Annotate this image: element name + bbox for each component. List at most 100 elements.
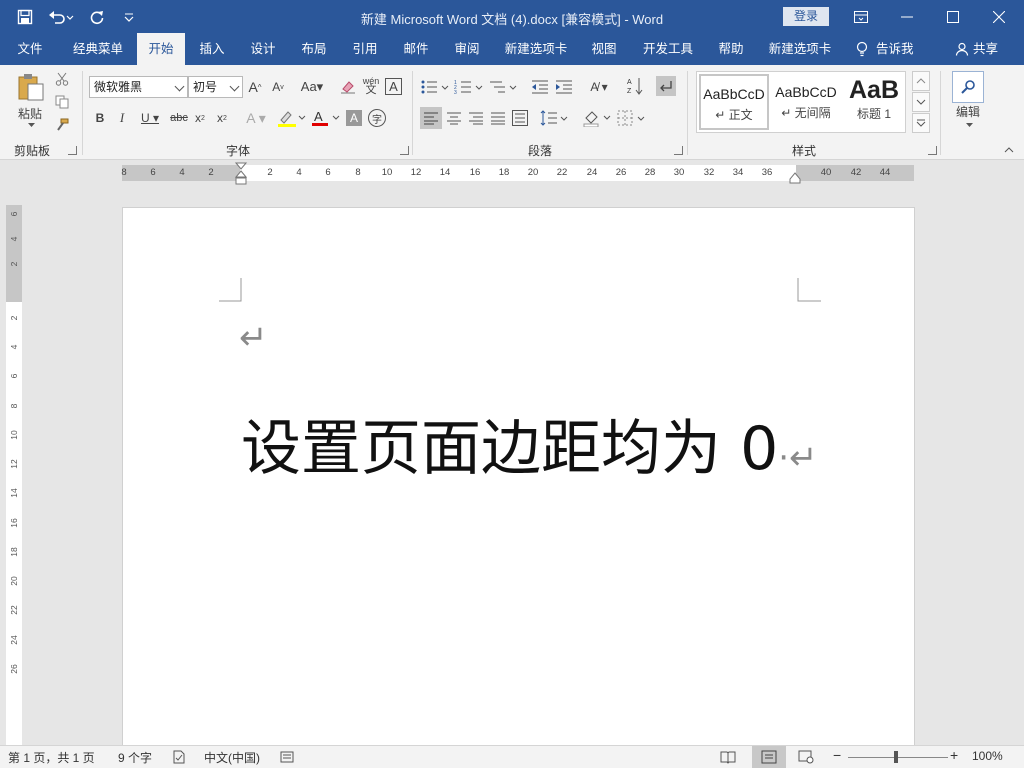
justify-icon[interactable] bbox=[488, 107, 508, 129]
ribbon-display-options-icon[interactable] bbox=[838, 0, 884, 33]
chinese-layout-icon[interactable]: A̸ ▾ bbox=[585, 77, 613, 97]
tab-layout[interactable]: 布局 bbox=[290, 33, 338, 65]
zoom-out-button[interactable]: − bbox=[833, 747, 841, 763]
tab-developer[interactable]: 开发工具 bbox=[635, 33, 701, 65]
share-button[interactable]: 共享 bbox=[955, 33, 998, 65]
copy-icon[interactable] bbox=[54, 94, 70, 110]
tab-references[interactable]: 引用 bbox=[341, 33, 389, 65]
clear-formatting-icon[interactable] bbox=[339, 78, 357, 96]
character-shading-icon[interactable]: A bbox=[346, 110, 362, 126]
svg-text:3: 3 bbox=[454, 90, 457, 95]
align-left-icon[interactable] bbox=[420, 107, 442, 129]
superscript-icon[interactable]: x2 bbox=[214, 109, 230, 127]
tab-new-tab-2[interactable]: 新建选项卡 bbox=[762, 33, 838, 65]
text-effects-icon[interactable]: A ▾ bbox=[244, 109, 268, 127]
enclose-characters-icon[interactable]: 字 bbox=[368, 109, 386, 127]
strikethrough-icon[interactable]: abc bbox=[168, 109, 190, 127]
tab-insert[interactable]: 插入 bbox=[188, 33, 236, 65]
format-painter-icon[interactable] bbox=[54, 117, 70, 133]
decrease-indent-icon[interactable] bbox=[530, 77, 550, 97]
shading-icon[interactable] bbox=[582, 107, 612, 129]
editing-dropdown-icon[interactable] bbox=[964, 121, 974, 129]
vertical-ruler[interactable]: 6 4 2 2 4 6 8 10 12 14 16 18 20 22 24 26 bbox=[6, 205, 22, 745]
tab-help[interactable]: 帮助 bbox=[707, 33, 755, 65]
ruler-tick-label: 32 bbox=[703, 167, 715, 178]
cut-icon[interactable] bbox=[54, 71, 70, 87]
document-text[interactable]: 设置页面边距均为 0·↵ bbox=[241, 400, 818, 487]
line-spacing-icon[interactable] bbox=[540, 107, 568, 129]
align-right-icon[interactable] bbox=[466, 107, 486, 129]
tab-new-tab-1[interactable]: 新建选项卡 bbox=[498, 33, 574, 65]
font-launcher-icon[interactable] bbox=[400, 146, 409, 155]
word-count[interactable]: 9 个字 bbox=[118, 749, 152, 766]
collapse-ribbon-icon[interactable] bbox=[1002, 145, 1016, 155]
style-normal[interactable]: AaBbCcD ↵ 正文 bbox=[699, 74, 769, 130]
style-name: ↵ 正文 bbox=[715, 108, 753, 122]
separator bbox=[687, 71, 688, 155]
multilevel-list-icon[interactable] bbox=[488, 77, 518, 97]
distributed-icon[interactable] bbox=[510, 107, 530, 129]
styles-more-icon[interactable] bbox=[912, 113, 930, 133]
tab-design[interactable]: 设计 bbox=[239, 33, 287, 65]
ruler-tick-label: 6 bbox=[9, 373, 19, 379]
tab-classic-menu[interactable]: 经典菜单 bbox=[62, 33, 134, 65]
language[interactable]: 中文(中国) bbox=[204, 749, 260, 766]
font-color-icon[interactable]: A bbox=[310, 108, 340, 128]
shrink-font-icon[interactable]: Av bbox=[270, 78, 286, 96]
tab-review[interactable]: 审阅 bbox=[443, 33, 491, 65]
clipboard-launcher-icon[interactable] bbox=[68, 146, 77, 155]
document-page[interactable]: ↵ 设置页面边距均为 0·↵ bbox=[122, 207, 915, 747]
style-heading-1[interactable]: AaB 标题 1 bbox=[841, 74, 907, 130]
close-icon[interactable] bbox=[976, 0, 1022, 33]
read-mode-icon[interactable] bbox=[720, 750, 736, 767]
increase-indent-icon[interactable] bbox=[554, 77, 574, 97]
zoom-level[interactable]: 100% bbox=[972, 749, 1003, 763]
subscript-icon[interactable]: x2 bbox=[192, 109, 208, 127]
zoom-slider-thumb[interactable] bbox=[894, 751, 898, 763]
font-size-select[interactable]: 初号 bbox=[188, 76, 243, 98]
styles-launcher-icon[interactable] bbox=[928, 146, 937, 155]
bold-icon[interactable]: B bbox=[92, 109, 108, 127]
tab-file[interactable]: 文件 bbox=[6, 33, 54, 65]
find-icon[interactable] bbox=[952, 71, 984, 103]
tab-view[interactable]: 视图 bbox=[580, 33, 628, 65]
styles-scroll-down-icon[interactable] bbox=[912, 92, 930, 112]
style-no-spacing[interactable]: AaBbCcD ↵ 无间隔 bbox=[771, 74, 841, 130]
editing-label[interactable]: 编辑 bbox=[948, 103, 988, 119]
zoom-in-button[interactable]: + bbox=[950, 747, 958, 763]
svg-text:A: A bbox=[627, 79, 632, 86]
change-case-icon[interactable]: Aa▾ bbox=[297, 78, 327, 96]
paste-dropdown-icon[interactable] bbox=[26, 121, 36, 129]
show-hide-marks-icon[interactable] bbox=[656, 76, 676, 96]
page-count[interactable]: 第 1 页，共 1 页 bbox=[8, 749, 95, 766]
maximize-icon[interactable] bbox=[930, 0, 976, 33]
underline-icon[interactable]: U ▾ bbox=[136, 109, 164, 127]
tab-home[interactable]: 开始 bbox=[137, 33, 185, 65]
zoom-slider-track[interactable] bbox=[848, 757, 948, 758]
right-indent-marker-icon[interactable] bbox=[789, 172, 801, 184]
sort-icon[interactable]: AZ bbox=[626, 75, 644, 97]
font-name-select[interactable]: 微软雅黑 bbox=[89, 76, 188, 98]
borders-icon[interactable] bbox=[617, 107, 647, 129]
tell-me-button[interactable]: 告诉我 bbox=[856, 33, 914, 65]
indent-marker-icon[interactable] bbox=[235, 162, 247, 190]
print-layout-icon[interactable] bbox=[752, 746, 786, 768]
grow-font-icon[interactable]: A ^ bbox=[247, 78, 263, 96]
bullets-icon[interactable] bbox=[420, 77, 450, 97]
phonetic-guide-icon[interactable]: wén 文 bbox=[362, 76, 380, 96]
web-layout-icon[interactable] bbox=[798, 750, 814, 767]
italic-icon[interactable]: I bbox=[114, 109, 130, 127]
proofing-icon[interactable] bbox=[172, 750, 186, 767]
minimize-icon[interactable] bbox=[884, 0, 930, 33]
paragraph-launcher-icon[interactable] bbox=[674, 146, 683, 155]
tab-mailings[interactable]: 邮件 bbox=[392, 33, 440, 65]
align-center-icon[interactable] bbox=[444, 107, 464, 129]
login-button[interactable]: 登录 bbox=[783, 7, 829, 26]
styles-scroll-up-icon[interactable] bbox=[912, 71, 930, 91]
highlight-icon[interactable] bbox=[276, 108, 306, 128]
paste-label[interactable]: 粘贴 bbox=[12, 105, 48, 121]
paste-icon[interactable] bbox=[14, 71, 48, 103]
macro-record-icon[interactable] bbox=[280, 750, 294, 767]
character-border-icon[interactable]: A bbox=[385, 78, 402, 95]
numbering-icon[interactable]: 123 bbox=[454, 77, 484, 97]
